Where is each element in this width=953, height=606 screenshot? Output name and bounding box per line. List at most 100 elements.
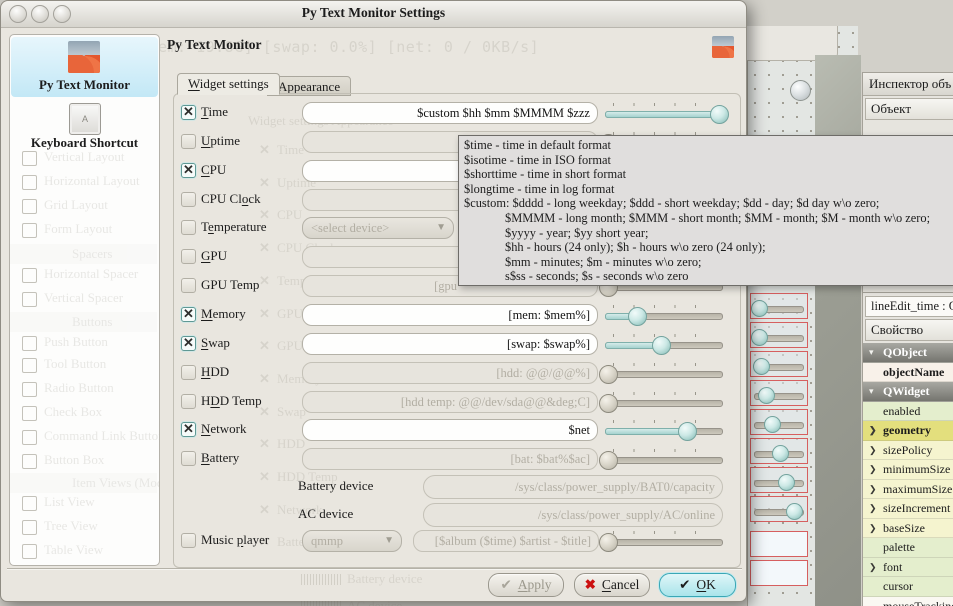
slider-groove[interactable] [605,539,723,546]
property-row-geometry[interactable]: ❯geometry [863,421,953,441]
checkbox-battery[interactable] [181,451,196,466]
checkbox-hdd[interactable] [181,365,196,380]
cancel-button[interactable]: ✖Cancel [574,573,650,597]
ghost-widget-icon [22,358,37,373]
property-column-header[interactable]: Свойство [865,319,953,341]
swap-input[interactable]: [swap: $swap%] [302,333,598,355]
property-row-enabled[interactable]: enabled [863,402,953,422]
slider-knob[interactable] [599,533,618,552]
slider-knob[interactable] [678,422,697,441]
time-interval-slider[interactable] [605,102,723,126]
object-column-header[interactable]: Объект [865,98,953,120]
slider-fill [605,111,720,118]
ghost-hatch [301,574,341,585]
checkbox-uptime[interactable] [181,134,196,149]
memory-input[interactable]: [mem: $mem%] [302,304,598,326]
property-row-baseSize[interactable]: ❯baseSize [863,519,953,539]
dialog-titlebar[interactable]: Py Text Monitor Settings [1,1,746,28]
tooltip-line: $yyyy - year; $yy short year; [464,226,953,241]
checkbox-music-player[interactable] [181,533,196,548]
background-slider-knob [753,358,770,375]
checkbox-time[interactable] [181,105,196,120]
chevron-right-icon[interactable]: ❯ [869,519,877,539]
apply-button[interactable]: ✔Apply [488,573,564,597]
battery-input[interactable]: [bat: $bat%$ac] [302,448,598,470]
time-input[interactable]: $custom $hh $mm $MMMM $zzz [302,102,598,124]
network-interval-slider[interactable] [605,419,723,443]
hdd-input[interactable]: [hdd: @@/@@%] [302,362,598,384]
ghost-widget-icon [22,223,37,238]
property-row-maximumSize[interactable]: ❯maximumSize [863,480,953,500]
ac-device-input[interactable]: /sys/class/power_supply/AC/online [423,503,723,527]
slider-groove[interactable] [605,371,723,378]
checkbox-cpu-clock[interactable] [181,192,196,207]
chevron-right-icon[interactable]: ❯ [869,558,877,578]
chevron-down-icon[interactable]: ▾ [869,343,874,363]
ghost-widget-label: Tree View [44,518,98,534]
label-battery-device: Battery device [298,478,373,494]
property-row-QWidget[interactable]: ▾QWidget [863,382,953,402]
slider-groove[interactable] [605,457,723,464]
background-slider-knob [772,445,789,462]
chevron-down-icon: ▼ [384,535,394,546]
checkbox-memory[interactable] [181,307,196,322]
tooltip-line: $time - time in default format [464,138,953,153]
checkbox-gpu[interactable] [181,249,196,264]
combo-temperature[interactable]: <select device>▼ [302,217,454,239]
swap-interval-slider[interactable] [605,333,723,357]
property-row-minimumSize[interactable]: ❯minimumSize [863,460,953,480]
ghost-widget-label: List View [44,494,95,510]
memory-interval-slider[interactable] [605,304,723,328]
hdd-interval-slider[interactable] [605,362,723,386]
battery-device-input[interactable]: /sys/class/power_supply/BAT0/capacity [423,475,723,499]
property-row-mouseTracking[interactable]: mouseTracking [863,597,953,606]
slider-groove[interactable] [605,111,723,118]
chevron-right-icon[interactable]: ❯ [869,499,877,519]
checkbox-gpu-temp[interactable] [181,278,196,293]
key-icon-letter: A [82,114,88,124]
property-row-objectName[interactable]: objectName [863,363,953,383]
property-row-font[interactable]: ❯font [863,558,953,578]
slider-groove[interactable] [605,400,723,407]
music-player-interval-slider[interactable] [605,530,723,554]
slider-groove[interactable] [605,342,723,349]
chevron-right-icon[interactable]: ❯ [869,441,877,461]
button-separator [7,568,742,569]
property-row-sizeIncrement[interactable]: ❯sizeIncrement [863,499,953,519]
battery-interval-slider[interactable] [605,448,723,472]
music-player-combo[interactable]: qmmp▼ [302,530,402,552]
time-format-tooltip: $time - time in default format$isotime -… [458,135,953,286]
chevron-right-icon[interactable]: ❯ [869,480,877,500]
music-player-input[interactable]: [$album ($time) $artist - $title] [413,530,599,552]
label-hdd-temp: HDD Temp [201,393,262,409]
hdd-temp-interval-slider[interactable] [605,391,723,415]
property-row-QObject[interactable]: ▾QObject [863,343,953,363]
ghost-category: Buttons [10,312,157,332]
slider-knob[interactable] [710,105,729,124]
sidebar-item-py-text-monitor[interactable]: Py Text Monitor [10,77,159,93]
slider-knob[interactable] [628,307,647,326]
hdd-temp-input[interactable]: [hdd temp: @@/dev/sda@@&deg;C] [302,391,598,413]
slider-knob[interactable] [599,394,618,413]
chevron-down-icon[interactable]: ▾ [869,382,874,402]
slider-knob[interactable] [652,336,671,355]
slider-knob[interactable] [599,451,618,470]
tooltip-line: $custom: $dddd - long weekday; $ddd - sh… [464,196,953,211]
slider-knob[interactable] [599,365,618,384]
chevron-right-icon[interactable]: ❯ [869,460,877,480]
slider-groove[interactable] [605,428,723,435]
network-input[interactable]: $net [302,419,598,441]
checkbox-cpu[interactable] [181,163,196,178]
tab-widget-settings[interactable]: Widget settings [177,73,280,95]
property-row-cursor[interactable]: cursor [863,577,953,597]
checkbox-network[interactable] [181,422,196,437]
slider-groove[interactable] [605,313,723,320]
property-row-sizePolicy[interactable]: ❯sizePolicy [863,441,953,461]
label-gpu-temp: GPU Temp [201,277,259,293]
property-row-palette[interactable]: palette [863,538,953,558]
checkbox-temperature[interactable] [181,220,196,235]
checkbox-swap[interactable] [181,336,196,351]
checkbox-hdd-temp[interactable] [181,394,196,409]
ok-button[interactable]: ✔OK [659,573,736,597]
chevron-right-icon[interactable]: ❯ [869,421,877,441]
